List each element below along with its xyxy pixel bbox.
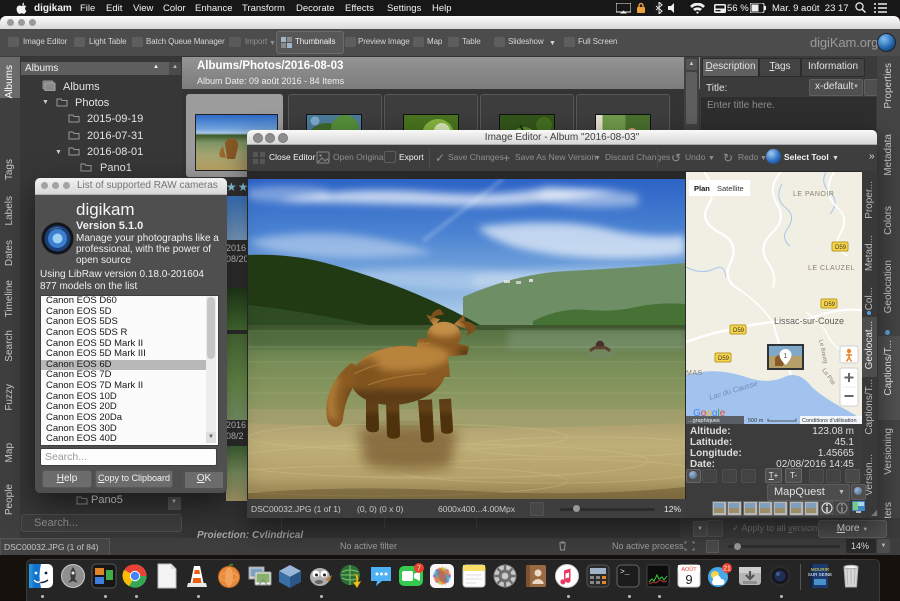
svg-text:LE PANOIR: LE PANOIR [793, 191, 834, 198]
svg-text:21: 21 [723, 566, 731, 573]
svg-text:MAS: MAS [686, 370, 703, 377]
svg-text:D59: D59 [718, 356, 730, 362]
svg-text:LE CLAUZEL: LE CLAUZEL [808, 265, 855, 272]
svg-text:D59: D59 [835, 245, 847, 251]
svg-text:Lissac-sur-Couze: Lissac-sur-Couze [774, 316, 844, 326]
svg-text:D59: D59 [733, 328, 745, 334]
svg-text:Satellite: Satellite [717, 184, 744, 193]
svg-text:SUR SEINE: SUR SEINE [808, 572, 832, 577]
svg-text:Plan: Plan [694, 184, 710, 193]
svg-text:>_: >_ [620, 568, 630, 577]
svg-text:D59: D59 [824, 302, 836, 308]
svg-text:9: 9 [685, 572, 692, 587]
svg-text:7: 7 [417, 566, 421, 573]
svg-text:1: 1 [784, 353, 788, 360]
